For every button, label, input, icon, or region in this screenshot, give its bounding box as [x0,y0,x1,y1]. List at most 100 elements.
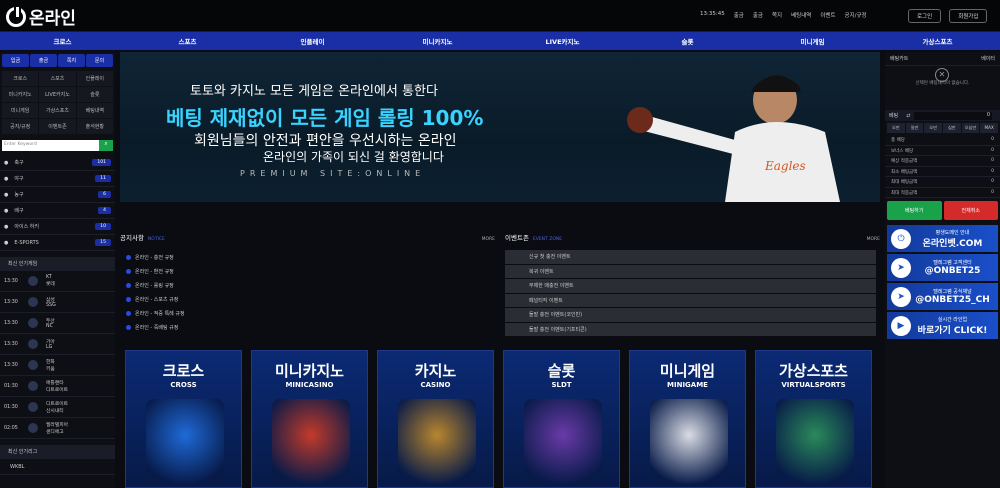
amount-button[interactable]: 십만 [942,123,961,133]
util-link[interactable]: 쪽지 [772,11,782,19]
game-row[interactable]: 13:30 두산 NC [0,313,115,334]
event-item[interactable]: 복귀 이벤트 [505,264,876,278]
tab-inquiry[interactable]: 문의 [86,54,113,67]
game-row[interactable]: 13:30 삼성 SSG [0,292,115,313]
team-logo-icon [28,381,38,391]
stat-row: 최소 배팅금액 0 [885,167,1000,177]
game-row[interactable]: 01:30 디트로이트 신시내티 [0,397,115,418]
event-item[interactable]: 돌발 충전 이벤트(코인빈) [505,308,876,322]
game-card[interactable]: 가상스포츠 VIRTUALSPORTS [755,350,872,488]
tab-message[interactable]: 쪽지 [58,54,85,67]
stat-label: 보너스 배당 [891,148,914,154]
sport-item[interactable]: ● 야구 11 [0,171,115,187]
join-button[interactable]: 회원가입 [949,9,988,23]
nav-item[interactable]: 크로스 [0,36,125,46]
nav-item[interactable]: 스포츠 [125,36,250,46]
util-link[interactable]: 이벤트 [820,11,835,19]
sports-list: ● 축구 101 ● 야구 11 ● 농구 6 ● 배구 4 ● 아이스 하키 10 ● E-SPORTS 15 [0,155,115,251]
nav-item[interactable]: 가상스포츠 [875,36,1000,46]
stat-value: 0 [991,137,994,142]
game-row[interactable]: 13:30 기아 LG [0,334,115,355]
clear-all-button[interactable]: 전체취소 [943,201,998,220]
nav-item[interactable]: 인플레이 [250,36,375,46]
util-link[interactable]: 출금 [753,11,763,19]
game-row[interactable]: 13:30 KT 롯데 [0,271,115,292]
promo-banner[interactable]: ➤ 텔레그램 고객센터 @ONBET25 [887,254,998,281]
game-card[interactable]: 슬롯 SLDT [503,350,620,488]
search-input[interactable]: Enter Keyword [2,140,99,151]
util-link[interactable]: 출금 [734,11,744,19]
sport-item[interactable]: ● 배구 4 [0,203,115,219]
quick-menu-item[interactable]: 슬롯 [76,87,113,102]
game-row[interactable]: 01:30 애틀랜타 디트로이트 [0,376,115,397]
quick-menu-item[interactable]: 베팅내역 [76,103,113,118]
nav-item[interactable]: LIVE카지노 [500,36,625,46]
tab-withdraw[interactable]: 출금 [30,54,57,67]
team-logo-icon [28,360,38,370]
util-link[interactable]: 베팅내역 [791,11,811,19]
sport-item[interactable]: ● E-SPORTS 15 [0,235,115,251]
promo-banner[interactable]: ▶ 실시간 라인업 바로가기 CLICK! [887,312,998,339]
game-row[interactable]: 02:05 필라델피아 샌디에고 [0,418,115,439]
amount-button[interactable]: MAX [980,123,998,133]
game-row[interactable]: 13:30 한화 키움 [0,355,115,376]
quick-menu-item[interactable]: 인플레이 [76,71,113,86]
bet-amount-input[interactable]: 0 [914,111,992,120]
quick-menu-item[interactable]: 이벤트존 [39,119,76,134]
quick-menu-item[interactable]: 미니카지노 [2,87,39,102]
game-card[interactable]: 미니게임 MINIGAME [629,350,746,488]
hero-banner[interactable]: 토토와 카지노 모든 게임은 온라인에서 통한다 베팅 제재없이 모든 게임 롤… [120,52,880,202]
promo-banner[interactable]: ⏻ 평생도메인 안내 온라인벳.COM [887,225,998,252]
notice-item[interactable]: 온라인 - 롤링 규정 [120,278,495,292]
game-card[interactable]: 크로스 CROSS [125,350,242,488]
tab-deposit[interactable]: 입금 [2,54,29,67]
notice-item[interactable]: 온라인 - 환전 규정 [120,264,495,278]
quick-menu-item[interactable]: 출석현황 [76,119,113,134]
sport-item[interactable]: ● 축구 101 [0,155,115,171]
quick-menu-item[interactable]: 가상스포츠 [39,103,76,118]
promo-line1: 텔레그램 고객센터 [933,260,972,266]
amount-button[interactable]: 오만 [887,123,905,133]
game-card[interactable]: 카지노 CASINO [377,350,494,488]
event-item[interactable]: 무제한 매충전 이벤트 [505,279,876,293]
quick-menu-item[interactable]: 스포츠 [39,71,76,86]
quick-menu-item[interactable]: 크로스 [2,71,39,86]
promo-banner[interactable]: ➤ 텔레그램 공식채널 @ONBET25_CH [887,283,998,310]
quick-menu-item[interactable]: LIVE카지노 [39,87,76,102]
notice-more-link[interactable]: MORE [482,237,495,242]
event-item[interactable]: 신규 첫 충전 이벤트 [505,250,876,264]
league-item[interactable]: WKBL [0,459,115,475]
login-button[interactable]: 로그인 [908,9,942,23]
stat-label: 예상 적중금액 [891,159,918,164]
place-bet-button[interactable]: 베팅하기 [887,201,942,220]
search-icon[interactable]: ⌕ [99,140,113,151]
stat-value: 0 [991,158,994,163]
amount-button[interactable]: 일만 [905,123,924,133]
nav-item[interactable]: 미니카지노 [375,36,500,46]
promo-line2: @ONBET25_CH [915,295,990,305]
amount-button[interactable]: 오십만 [961,123,980,133]
sport-item[interactable]: ● 농구 6 [0,187,115,203]
refresh-icon[interactable]: ⇄ [906,113,910,119]
nav-item[interactable]: 슬롯 [625,36,750,46]
stat-value: 0 [991,168,994,174]
site-logo[interactable]: 온라인 [6,4,76,29]
notice-item[interactable]: 온라인 - 스포츠 규정 [120,292,495,306]
quick-menu-item[interactable]: 공지/규정 [2,119,39,134]
nav-item[interactable]: 미니게임 [750,36,875,46]
event-more-link[interactable]: MORE [867,237,880,242]
sport-item[interactable]: ● 아이스 하키 10 [0,219,115,235]
amount-button[interactable]: 오만 [924,123,942,133]
quick-menu-item[interactable]: 미니게임 [2,103,39,118]
tab-bet-cart[interactable]: 베팅카트 [890,55,908,62]
event-item[interactable]: 돌발 충전 이벤트(기프티콘) [505,322,876,336]
event-item[interactable]: 페널티킥 이벤트 [505,293,876,307]
notice-item[interactable]: 온라인 - 죽배팅 규정 [120,320,495,334]
notice-item[interactable]: 온라인 - 충전 규정 [120,250,495,264]
tab-bettor[interactable]: 베이터 [981,55,995,62]
sport-name: E-SPORTS [14,239,39,246]
promo-text: 텔레그램 공식채널 @ONBET25_CH [911,288,994,305]
game-card[interactable]: 미니카지노 MINICASINO [251,350,368,488]
notice-item[interactable]: 온라인 - 적중 특례 규정 [120,306,495,320]
util-link[interactable]: 공지/규정 [845,11,867,19]
